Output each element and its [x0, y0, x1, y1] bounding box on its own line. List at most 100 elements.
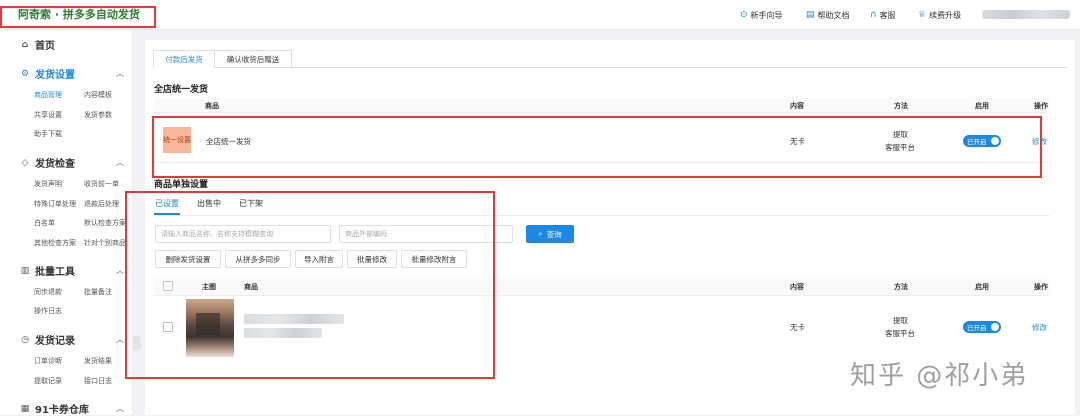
product-enable-toggle[interactable]: 已开启 [963, 321, 1001, 333]
col-header-content: 内容 [790, 283, 804, 291]
sidebar-item-shipping-statement[interactable]: 发货声明 [34, 179, 62, 189]
chevron-up-icon[interactable]: ︿ [116, 403, 124, 414]
store-row-method-line2: 客服平台 [885, 143, 915, 152]
toggle-knob [991, 137, 999, 145]
gear-icon: ⚙ [20, 68, 30, 79]
search-icon: ⌕ [538, 229, 543, 238]
sidebar-item-shipping-params[interactable]: 发货参数 [84, 110, 112, 120]
home-icon: ⌂ [21, 39, 29, 50]
chevron-up-icon[interactable]: ︿ [116, 334, 124, 345]
batch-edit-button[interactable]: 批量修改 [347, 250, 397, 268]
sync-from-pdd-button[interactable]: 从拼多多同步 [225, 250, 291, 268]
sidebar-item-api-log[interactable]: 接口日志 [84, 376, 112, 386]
sidebar-item-sync-refund[interactable]: 同步退款 [34, 287, 62, 297]
sidebar-item-before-receipt[interactable]: 收货前一单 [84, 179, 119, 189]
product-edit-link[interactable]: 修改 [1032, 322, 1047, 333]
sidebar-item-whitelist[interactable]: 白名单 [34, 218, 55, 228]
search-button[interactable]: ⌕ 查询 [526, 225, 574, 243]
subtab-on-sale[interactable]: 出售中 [197, 198, 221, 209]
database-icon: ▥ [20, 265, 30, 276]
headset-icon: ∩ [870, 10, 877, 20]
col-header-action: 操作 [1034, 283, 1048, 291]
tab-after-payment[interactable]: 付款后发货 [153, 50, 215, 68]
sidebar-item-assistant-download[interactable]: 助手下载 [34, 129, 62, 139]
sidebar-section-label: 发货检查 [35, 159, 75, 170]
user-account-blurred[interactable] [982, 10, 1070, 19]
sidebar-item-operation-log[interactable]: 操作日志 [34, 306, 62, 316]
sidebar-section-card-warehouse[interactable]: ▦ 91卡券仓库 [20, 401, 89, 416]
brand-title[interactable]: 阿奇索 · 拼多多自动发货 [18, 6, 140, 22]
nav-help-docs[interactable]: ▤ 帮助文档 [806, 0, 850, 30]
sidebar-item-home[interactable]: ⌂ 首页 [20, 37, 55, 53]
sidebar-item-other-check[interactable]: 其他检查方案 [34, 238, 76, 248]
sidebar-section-shipping-records[interactable]: ◷ 发货记录 [20, 332, 75, 348]
col-header-method: 方法 [894, 102, 908, 110]
product-row-method-line1: 提取 [893, 316, 908, 325]
sidebar-section-label: 发货记录 [35, 336, 75, 347]
chevron-up-icon[interactable]: ︿ [116, 265, 124, 276]
sidebar-section-label: 发货设置 [35, 70, 75, 81]
sidebar-section-batch-tools[interactable]: ▥ 批量工具 [20, 263, 75, 279]
subtab-configured[interactable]: 已设置 [155, 198, 179, 209]
search-button-label: 查询 [546, 229, 562, 239]
product-row-content: 无卡 [790, 323, 805, 332]
sidebar-section-label: 批量工具 [35, 267, 75, 278]
sidebar-item-content-template[interactable]: 内容模板 [84, 90, 112, 100]
sidebar-section-label: 91卡券仓库 [35, 405, 89, 416]
toggle-knob [991, 323, 999, 331]
upgrade-icon: ♕ [918, 10, 927, 20]
sidebar-collapse-handle[interactable] [133, 336, 141, 350]
import-note-button[interactable]: 导入附言 [295, 250, 343, 268]
sidebar-item-order-diagnosis[interactable]: 订单诊断 [34, 356, 62, 366]
subtab-delisted[interactable]: 已下架 [239, 198, 263, 209]
grid-icon: ▦ [20, 403, 30, 414]
subtab-bar-line [154, 215, 1050, 216]
sidebar-item-share-settings[interactable]: 共享设置 [34, 110, 62, 120]
select-all-checkbox[interactable] [163, 281, 173, 291]
col-header-action: 操作 [1034, 102, 1048, 110]
store-unified-badge: 统一设置 [163, 127, 191, 153]
col-header-product: 商品 [205, 102, 219, 110]
row-checkbox[interactable] [163, 322, 173, 332]
batch-edit-note-button[interactable]: 批量修改附言 [401, 250, 467, 268]
col-header-method: 方法 [894, 283, 908, 291]
nav-customer-service-label: 客服 [879, 10, 896, 20]
col-header-enabled: 启用 [975, 283, 989, 291]
sidebar-item-product-management[interactable]: 商品管理 [34, 90, 62, 100]
nav-guide[interactable]: ⊙ 新手向导 [740, 0, 783, 30]
toggle-label: 已开启 [967, 324, 987, 332]
sidebar-section-shipping-settings[interactable]: ⚙ 发货设置 [20, 66, 75, 82]
product-search-input[interactable]: 请输入商品名称、名称支持模糊查询 [155, 225, 331, 243]
sidebar-item-specific-products[interactable]: 针对个别商品 [84, 238, 126, 248]
sidebar-item-after-refund[interactable]: 退款后处理 [84, 199, 119, 209]
nav-renew-upgrade[interactable]: ♕ 续费升级 [918, 0, 961, 30]
product-name-blurred [244, 314, 344, 324]
sidebar-item-special-orders[interactable]: 特殊订单处理 [34, 199, 76, 209]
chevron-up-icon[interactable]: ︿ [116, 68, 124, 79]
store-enable-toggle[interactable]: 已开启 [963, 135, 1001, 147]
product-name-blurred [244, 328, 322, 338]
chevron-up-icon[interactable]: ︿ [116, 157, 124, 168]
shield-icon: ◇ [21, 157, 29, 168]
tab-after-receipt-gift[interactable]: 确认收货后赠送 [214, 50, 292, 68]
store-table-header [154, 98, 1050, 113]
document-icon: ▤ [806, 10, 815, 20]
product-thumbnail[interactable] [186, 299, 234, 357]
store-row-method-line1: 提取 [893, 130, 908, 139]
sidebar-home-label: 首页 [35, 41, 55, 52]
store-row-name: 全店统一发货 [206, 137, 251, 146]
nav-help-docs-label: 帮助文档 [817, 10, 850, 20]
compass-icon: ⊙ [740, 10, 748, 20]
sidebar-item-shipping-result[interactable]: 发货结果 [84, 356, 112, 366]
sidebar-item-extract-records[interactable]: 提取记录 [34, 376, 62, 386]
tab-bar-line [292, 67, 1068, 68]
store-edit-link[interactable]: 修改 [1032, 136, 1047, 147]
nav-customer-service[interactable]: ∩ 客服 [870, 0, 896, 30]
sidebar-item-batch-remark[interactable]: 批量备注 [84, 287, 112, 297]
external-code-input[interactable]: 商品外部编码 [339, 225, 513, 243]
nav-renew-upgrade-label: 续费升级 [929, 10, 962, 20]
delete-shipping-settings-button[interactable]: 删除发货设置 [155, 250, 221, 268]
sidebar-item-default-check[interactable]: 默认检查方案 [84, 218, 126, 228]
store-section-title: 全店统一发货 [154, 85, 209, 95]
sidebar-section-shipping-check[interactable]: ◇ 发货检查 [20, 155, 75, 171]
